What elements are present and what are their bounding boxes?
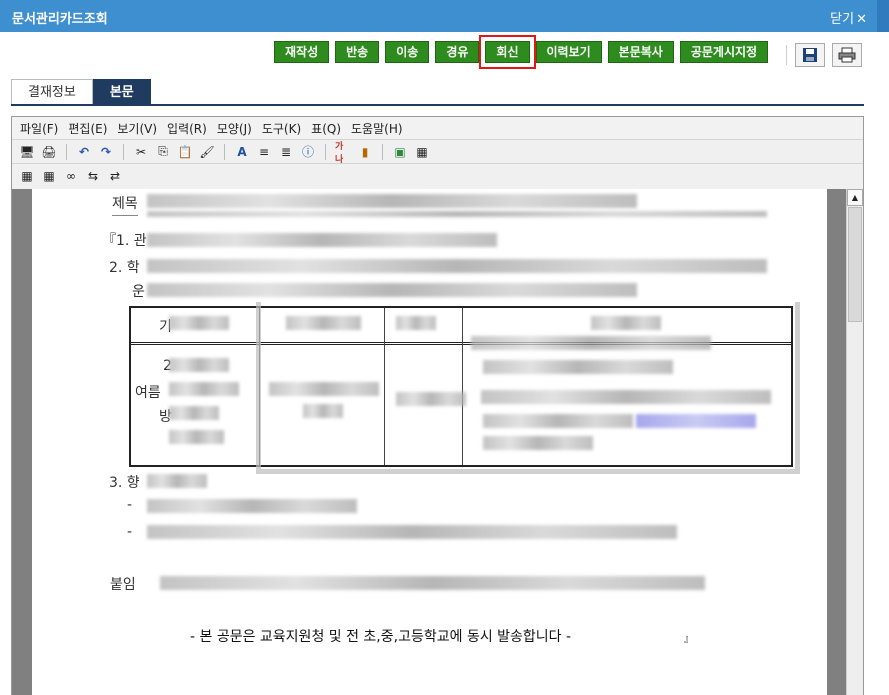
preview-icon[interactable]: 🖥 [19,144,35,160]
print-icon-button[interactable] [832,43,862,67]
save-icon [803,48,817,62]
redacted-title-line [147,211,767,217]
table-overlay-border [256,302,800,474]
redacted-item2 [147,259,767,273]
redacted-cell [169,382,239,396]
doc-item1: 『1. 관 [102,233,147,249]
redacted-cell [169,316,229,330]
via-button[interactable]: 경유 [435,41,480,63]
doc-footer-note: - 본 공문은 교육지원청 및 전 초,중,고등학교에 동시 발송합니다 - [190,629,572,645]
document-page[interactable]: 제목 『1. 관 2. 학 운 기 2 여름 방 3. 향 - - 붙임 - 본… [32,189,827,695]
redacted-item3 [147,474,207,488]
scroll-up-icon[interactable]: ▲ [847,189,863,206]
table-icon[interactable]: ▦ [414,144,430,160]
editor-menubar: 파일(F) 편집(E) 보기(V) 입력(R) 모양(J) 도구(K) 표(Q)… [12,117,863,139]
doc-dash2: - [127,524,133,540]
redacted-title [147,194,637,208]
doc-table: 기 2 여름 방 [129,302,800,474]
menu-file[interactable]: 파일(F) [20,120,58,137]
menu-tools[interactable]: 도구(K) [262,120,301,137]
cut-icon[interactable]: ✂ [133,144,149,160]
editor-toolbar-2: ▦ ▦ ∞ ⇆ ⇄ [12,163,863,187]
copy-body-button[interactable]: 본문복사 [607,41,674,63]
redacted-item1 [147,233,497,247]
toolbar-divider [325,143,326,160]
window-title: 문서관리카드조회 [12,12,108,27]
redo-icon[interactable]: ↷ [98,144,114,160]
close-icon[interactable]: ✕ [856,12,867,27]
close-button[interactable]: 닫기 ✕ [830,8,867,27]
paste-icon[interactable]: 📋 [177,144,193,160]
toolbar-separator [786,45,787,65]
font-icon[interactable]: A [234,144,250,160]
return-button[interactable]: 반송 [335,41,380,63]
format-paint-icon[interactable]: 🖌 [199,144,215,160]
print-icon [838,47,856,63]
redacted-item2-cont [147,283,637,297]
doc-attach-label: 붙임 [110,577,136,593]
paragraph-icon[interactable]: ≡ [256,144,272,160]
toolbar-divider [382,143,383,160]
spellcheck-icon[interactable]: 가나 [335,142,351,165]
window-scroll-edge [877,0,889,32]
doc-footer-mark: 』 [684,634,694,645]
link-forward-icon[interactable]: ⇆ [85,168,101,184]
copy-icon[interactable]: ⎘ [155,144,171,160]
link-back-icon[interactable]: ⇄ [107,168,123,184]
doc-item2: 2. 학 [109,260,140,276]
menu-edit[interactable]: 편집(E) [68,120,107,137]
post-document-button[interactable]: 공문게시지정 [679,41,769,63]
window-titlebar: 문서관리카드조회 닫기 ✕ [0,0,889,32]
transfer-button[interactable]: 이송 [385,41,430,63]
link-icon[interactable]: ∞ [63,168,79,184]
menu-format[interactable]: 모양(J) [217,120,252,137]
doc-dash1: - [127,497,133,513]
menu-insert[interactable]: 입력(R) [167,120,207,137]
menu-help[interactable]: 도움말(H) [351,120,403,137]
table-insert-icon[interactable]: ▦ [19,168,35,184]
print-icon[interactable]: 🖨 [41,144,57,160]
rewrite-button[interactable]: 재작성 [274,41,330,63]
redacted-attach [160,576,705,590]
table-grid-icon[interactable]: ▦ [41,168,57,184]
image-icon[interactable]: ▣ [392,144,408,160]
menu-table[interactable]: 표(Q) [311,120,341,137]
dictionary-icon[interactable]: ▮ [357,144,373,160]
vertical-scrollbar[interactable]: ▲ [846,189,863,695]
redacted-dash1 [147,499,357,513]
info-icon[interactable]: ⓘ [300,144,316,160]
tab-approval-info[interactable]: 결재정보 [11,79,93,105]
doc-item2-cont: 운 [132,284,145,300]
history-button[interactable]: 이력보기 [535,41,602,63]
tab-bar: 결재정보 본문 [11,79,151,105]
tab-underline [11,104,864,106]
doc-title-label: 제목 [112,193,138,216]
action-toolbar: 재작성 반송 이송 경유 회신 이력보기 본문복사 공문게시지정 [274,35,774,69]
reply-button[interactable]: 회신 [479,35,536,69]
table-cell: 여름 [135,385,161,401]
style-icon[interactable]: ≣ [278,144,294,160]
toolbar-divider [224,143,225,160]
document-viewport: 제목 『1. 관 2. 학 운 기 2 여름 방 3. 향 - - 붙임 - 본… [12,189,863,695]
redacted-cell [169,406,219,420]
redacted-dash2 [147,525,677,539]
scroll-thumb[interactable] [848,207,862,322]
toolbar-divider [66,143,67,160]
toolbar-divider [123,143,124,160]
close-label: 닫기 [830,12,855,27]
redacted-cell [169,430,224,444]
save-icon-button[interactable] [795,43,825,67]
document-editor: 파일(F) 편집(E) 보기(V) 입력(R) 모양(J) 도구(K) 표(Q)… [11,116,864,695]
doc-item3: 3. 향 [109,475,140,491]
menu-view[interactable]: 보기(V) [117,120,157,137]
editor-toolbar-1: 🖥 🖨 ↶ ↷ ✂ ⎘ 📋 🖌 A ≡ ≣ ⓘ 가나 ▮ ▣ ▦ [12,139,863,165]
redacted-cell [169,358,229,372]
undo-icon[interactable]: ↶ [76,144,92,160]
tab-body[interactable]: 본문 [92,79,151,105]
